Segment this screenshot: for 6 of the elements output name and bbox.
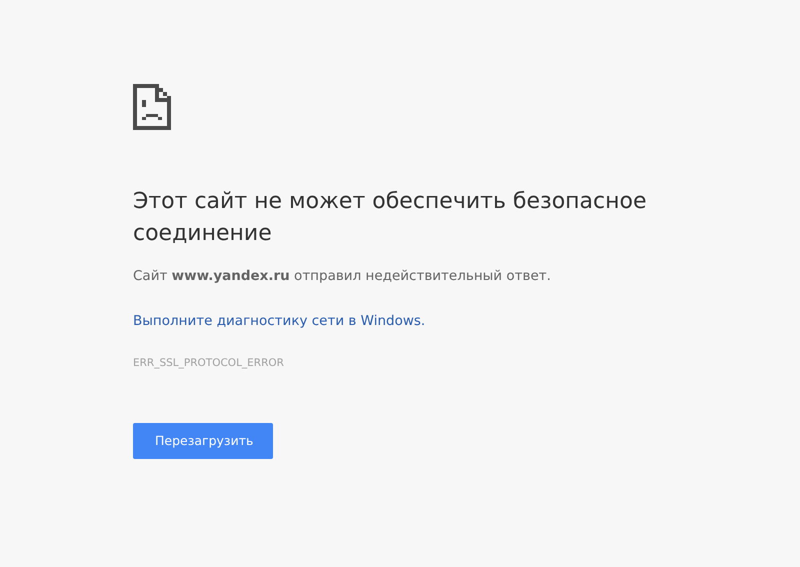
sad-page-icon (133, 84, 171, 130)
diagnostics-link[interactable]: Выполните диагностику сети в Windows. (133, 311, 426, 332)
error-heading: Этот сайт не может обеспечить безопасное соединение (133, 188, 648, 248)
error-message: Сайт www.yandex.ru отправил недействительный ответ. (133, 267, 552, 286)
error-code: ERR_SSL_PROTOCOL_ERROR (133, 356, 285, 370)
reload-button[interactable]: Перезагрузить (133, 423, 273, 460)
